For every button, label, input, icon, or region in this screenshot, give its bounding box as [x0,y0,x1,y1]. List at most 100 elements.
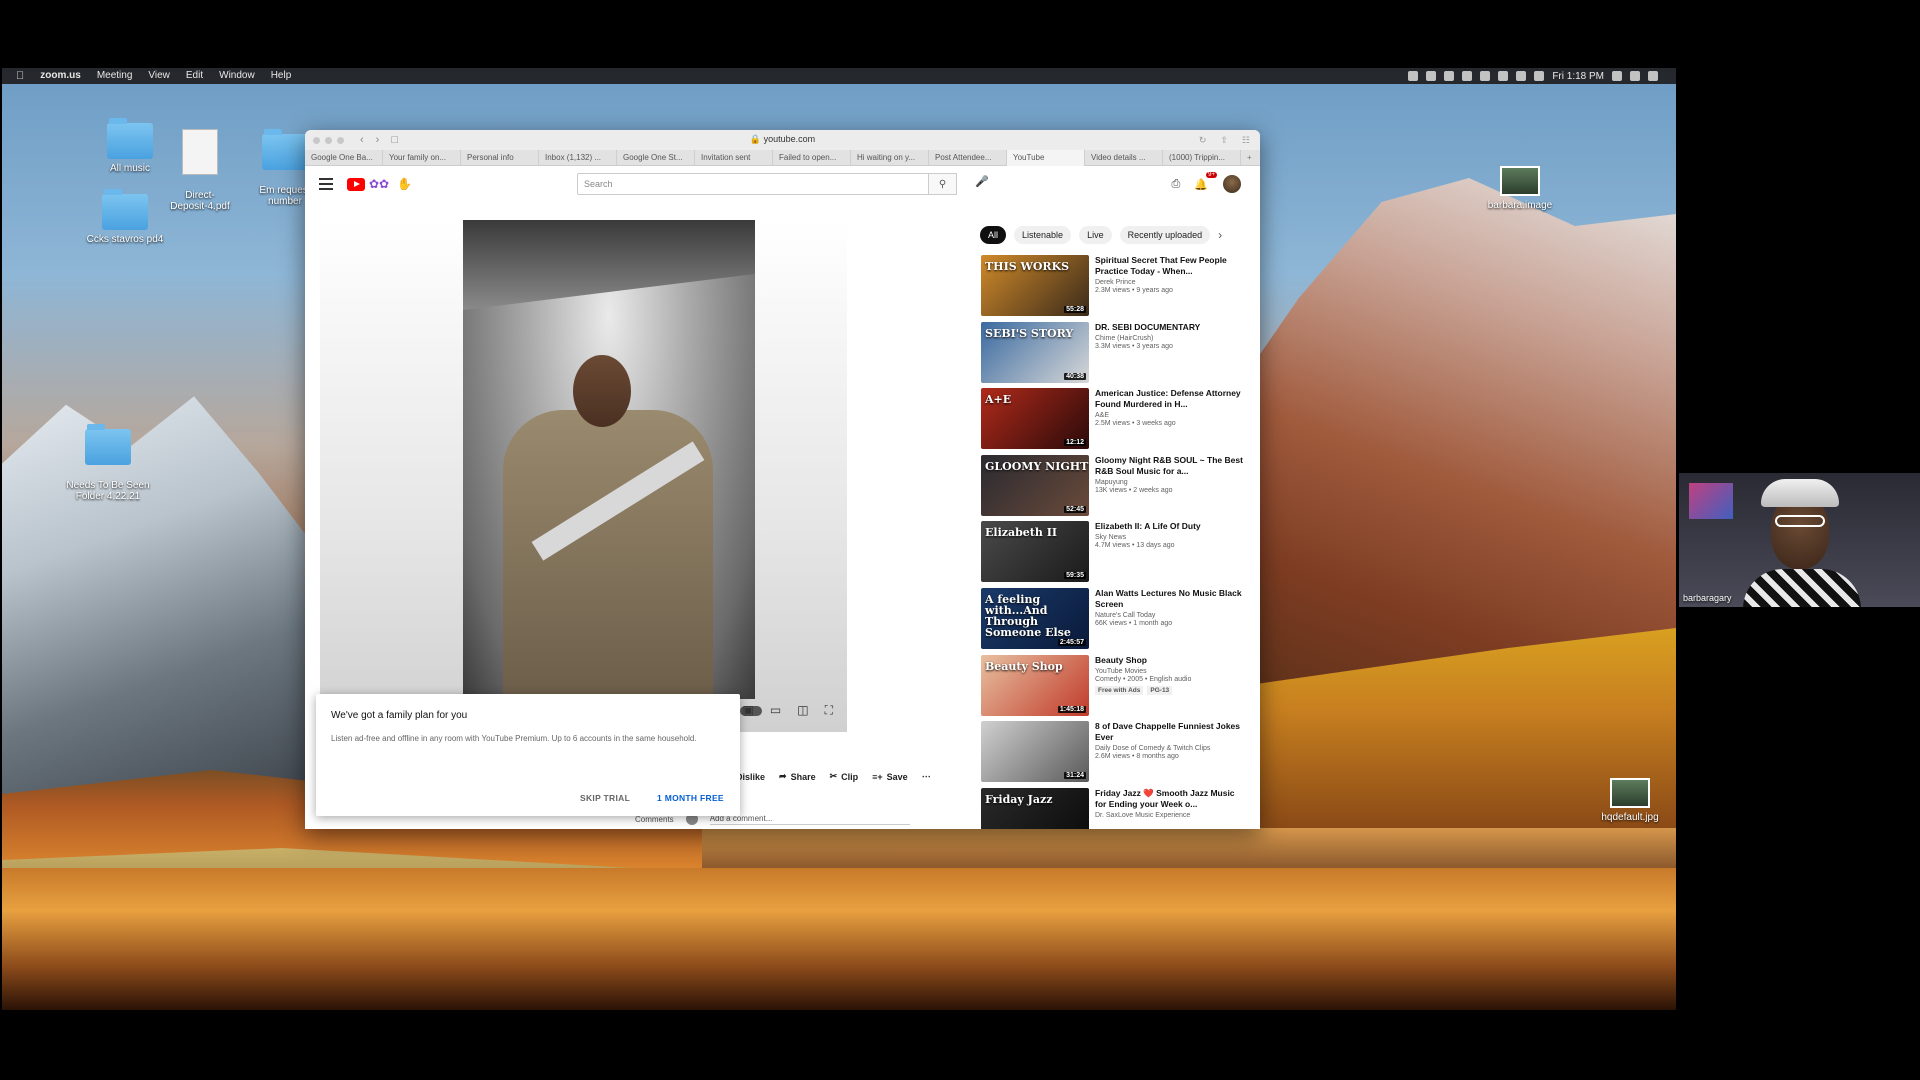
volume-icon[interactable] [1534,71,1545,81]
recommendation-title[interactable]: Alan Watts Lectures No Music Black Scree… [1095,588,1245,610]
notifications-bell-icon[interactable]: 🔔 9+ [1194,171,1217,191]
skip-trial-button[interactable]: SKIP TRIAL [580,793,630,803]
bluetooth-icon[interactable] [1480,71,1491,81]
time-machine-icon[interactable] [1462,71,1473,81]
youtube-doodle-icon[interactable]: ✿✿ [369,177,389,191]
chevron-right-icon[interactable]: › [1218,228,1222,242]
video-thumbnail[interactable]: THIS WORKS 55:28 [981,255,1089,316]
menubar-clock[interactable]: Fri 1:18 PM [1552,71,1604,82]
browser-tab[interactable]: Post Attendee... [929,149,1007,166]
maximize-window-icon[interactable] [337,136,344,144]
recommendation-title[interactable]: American Justice: Defense Attorney Found… [1095,388,1245,410]
clip-button[interactable]: ✂ Clip [830,771,859,782]
zoom-participant-video[interactable]: barbaragary [1679,473,1920,607]
miniplayer-icon[interactable]: ▣ [743,703,754,718]
desktop-folder-ccks[interactable]: Ccks stavros pd4 [80,189,170,245]
recommendation-title[interactable]: Beauty Shop [1095,655,1245,666]
address-bar[interactable]: 🔒 youtube.com [750,134,815,145]
microphone-status-icon[interactable] [1444,71,1455,81]
dislike-button[interactable]: Dislike [736,772,765,782]
recommendation-channel[interactable]: Derek Prince [1095,279,1245,286]
apple-icon[interactable]:  [2,70,32,82]
account-avatar[interactable] [1222,174,1242,194]
reload-icon[interactable]: ↻ [1199,135,1207,146]
recommendation-item[interactable]: SEBI'S STORY 40:38 DR. SEBI DOCUMENTARY … [981,321,1251,389]
recommendation-item[interactable]: Friday Jazz Friday Jazz ❤️ Smooth Jazz M… [981,787,1251,829]
recommendation-channel[interactable]: Sky News [1095,534,1245,541]
browser-tab[interactable]: Failed to open... [773,149,851,166]
recommendation-title[interactable]: 8 of Dave Chappelle Funniest Jokes Ever [1095,721,1245,743]
recommendation-item[interactable]: Elizabeth II 59:35 Elizabeth II: A Life … [981,521,1251,588]
browser-tab[interactable]: Google One Ba... [305,149,383,166]
cast-icon[interactable]: ◫ [797,703,808,718]
share-button[interactable]: ➦ Share [779,771,816,782]
video-thumbnail[interactable]: A+E 12:12 [981,388,1089,450]
recommendation-channel[interactable]: Nature's Call Today [1095,612,1245,619]
browser-tab[interactable]: Your family on... [383,149,461,166]
save-button[interactable]: ≡+ Save [872,772,908,782]
recommendation-title[interactable]: DR. SEBI DOCUMENTARY [1095,322,1245,333]
more-actions-icon[interactable]: ⋯ [922,771,931,782]
new-tab-icon[interactable]: + [1241,153,1258,162]
close-window-icon[interactable] [313,136,320,144]
sidebar-toggle-icon[interactable]: □ [391,134,398,146]
voice-search-icon[interactable]: 🎤 [975,175,989,188]
recommendation-item[interactable]: A+E 12:12 American Justice: Defense Atto… [981,388,1251,455]
menu-app-name[interactable]: zoom.us [32,68,89,84]
video-thumbnail[interactable]: Friday Jazz [981,787,1089,829]
browser-tab[interactable]: Personal info [461,149,539,166]
chip-all[interactable]: All [980,226,1007,244]
wifi-icon[interactable] [1498,71,1509,81]
recommendation-channel[interactable]: Dr. SaxLove Music Experience [1095,812,1245,819]
forward-arrow-icon[interactable]: › [376,134,380,146]
back-arrow-icon[interactable]: ‹ [360,134,364,146]
minimize-window-icon[interactable] [325,136,332,144]
theater-mode-icon[interactable]: ▭ [770,703,781,718]
video-thumbnail[interactable]: GLOOMY NIGHT 52:45 [981,454,1089,516]
recommendation-channel[interactable]: A&E [1095,412,1245,419]
menu-help[interactable]: Help [263,68,300,84]
search-button[interactable]: ⚲ [929,173,957,195]
recommendation-item[interactable]: GLOOMY NIGHT 52:45 Gloomy Night R&B SOUL… [981,454,1251,522]
create-video-icon[interactable]: ⎙ [1171,178,1180,191]
recommendation-item[interactable]: Beauty Shop 1:45:18 Beauty Shop YouTube … [981,654,1251,722]
add-comment-input[interactable]: Add a comment... [709,814,910,825]
recommendation-title[interactable]: Friday Jazz ❤️ Smooth Jazz Music for End… [1095,788,1245,810]
recommendation-channel[interactable]: Daily Dose of Comedy & Twitch Clips [1095,745,1245,752]
tab-overview-icon[interactable]: ☷ [1242,135,1250,146]
airplay-icon[interactable] [1516,71,1527,81]
video-thumbnail[interactable]: 31:24 [981,721,1089,783]
menu-hamburger-icon[interactable] [319,178,333,190]
browser-tab[interactable]: (1000) Trippin... [1163,149,1241,166]
siri-icon[interactable] [1630,71,1640,81]
browser-tab[interactable]: Video details ... [1085,149,1163,166]
recommendation-item[interactable]: THIS WORKS 55:28 Spiritual Secret That F… [981,255,1251,322]
recommendation-item[interactable]: 31:24 8 of Dave Chappelle Funniest Jokes… [981,721,1251,788]
desktop-file-barbara-image[interactable]: barbara.image [1455,166,1585,211]
status-app-icon[interactable] [1426,71,1437,81]
chip-live[interactable]: Live [1079,226,1112,244]
browser-tab[interactable]: Invitation sent [695,149,773,166]
search-input[interactable]: Search [577,173,929,195]
video-thumbnail[interactable]: Elizabeth II 59:35 [981,521,1089,583]
spotlight-search-icon[interactable] [1612,71,1622,81]
recommendation-title[interactable]: Gloomy Night R&B SOUL ~ The Best R&B Sou… [1095,455,1245,477]
video-player[interactable]: ▤ ⚙ ▣ ▭ ◫ ⛶ [320,220,847,732]
video-thumbnail[interactable]: SEBI'S STORY 40:38 [981,321,1089,383]
browser-tab[interactable]: Google One St... [617,149,695,166]
recommendation-channel[interactable]: Chime (HairCrush) [1095,335,1245,342]
notification-center-icon[interactable] [1648,71,1658,81]
browser-tab-active[interactable]: YouTube [1007,149,1085,166]
video-frame[interactable] [463,220,755,699]
share-page-icon[interactable]: ⇧ [1220,135,1228,146]
fullscreen-icon[interactable]: ⛶ [825,703,833,718]
recommendation-item[interactable]: A feeling with...And Through Someone Els… [981,587,1251,655]
video-thumbnail[interactable]: A feeling with...And Through Someone Els… [981,587,1089,649]
one-month-free-button[interactable]: 1 MONTH FREE [657,793,724,803]
recommendation-channel[interactable]: Mapuyung [1095,479,1245,486]
video-thumbnail[interactable]: Beauty Shop 1:45:18 [981,654,1089,716]
youtube-logo-icon[interactable] [347,177,365,191]
desktop-folder-needs-to-be-seen[interactable]: Needs To Be Seen Folder 4.22.21 [63,418,153,513]
menu-edit[interactable]: Edit [178,68,211,84]
recommendation-title[interactable]: Elizabeth II: A Life Of Duty [1095,521,1245,532]
